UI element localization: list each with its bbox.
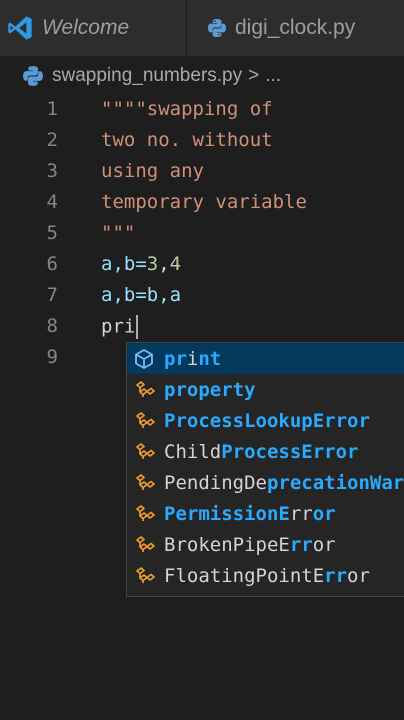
breadcrumb-separator: > [248, 65, 260, 86]
code-text: """ [101, 222, 136, 244]
suggestion-text: Child [164, 440, 222, 463]
line-number: 9 [46, 346, 58, 368]
text-cursor [136, 315, 139, 339]
class-icon [136, 380, 155, 397]
code-line: 8 pri [0, 313, 404, 344]
match-highlight: Pr [221, 440, 245, 463]
class-icon [136, 411, 155, 428]
suggestion-label: PendingDeprecationWarning [164, 472, 404, 494]
match-highlight: ocessError [244, 440, 359, 463]
match-highlight: rr [324, 564, 348, 587]
code-token: pri [101, 315, 136, 338]
code-line: 1 """"swapping of [0, 96, 404, 127]
tab-digi-clock[interactable]: digi_clock.py [187, 0, 404, 56]
python-file-icon [208, 19, 226, 37]
code-text: pri [101, 315, 139, 339]
match-highlight: ecationWarning [289, 471, 404, 494]
python-file-icon [23, 66, 43, 86]
tab-label: digi_clock.py [235, 16, 356, 39]
match-highlight: operty [186, 378, 256, 401]
suggestion-item[interactable]: print [127, 343, 404, 374]
code-line: 3 using any [0, 158, 404, 189]
line-number: 5 [46, 222, 58, 244]
class-icon [136, 566, 155, 583]
suggestion-text: or [312, 533, 336, 556]
breadcrumb-file[interactable]: swapping_numbers.py [52, 65, 242, 87]
class-icon [136, 504, 155, 521]
line-number: 7 [46, 284, 58, 306]
match-highlight: ermissionE [175, 502, 290, 525]
breadcrumb: swapping_numbers.py > ... [0, 56, 404, 96]
suggestion-label: FloatingPointError [164, 565, 370, 587]
suggestion-label: ProcessLookupError [164, 410, 370, 432]
line-number: 1 [46, 98, 58, 120]
match-highlight: rr [289, 533, 313, 556]
suggestion-item[interactable]: ProcessLookupError [127, 405, 404, 436]
suggestion-item[interactable]: PendingDeprecationWarning [127, 467, 404, 498]
suggestion-item[interactable]: property [127, 374, 404, 405]
code-line: 2 two no. without [0, 127, 404, 158]
suggestion-text: BrokenPipeE [164, 533, 290, 556]
code-text: two no. without [101, 129, 273, 151]
code-token: 3 [146, 253, 159, 275]
line-number: 8 [46, 315, 58, 337]
line-number: 2 [46, 129, 58, 151]
match-highlight: pr [164, 347, 187, 370]
tab-label: Welcome [42, 16, 130, 39]
code-token: , [158, 253, 170, 275]
suggestion-text: PendingDe [164, 471, 267, 494]
match-highlight: Pr [164, 409, 187, 432]
class-icon [136, 473, 155, 490]
code-line: 7 a,b=b,a [0, 282, 404, 313]
suggestion-label: BrokenPipeError [164, 534, 336, 556]
suggestion-label: PermissionError [164, 503, 336, 525]
method-cube-icon [135, 348, 153, 369]
code-line: 6 a,b=3,4 [0, 251, 404, 282]
code-text: a,b=3,4 [101, 253, 181, 275]
suggestion-label: print [164, 348, 221, 370]
suggestion-item[interactable]: BrokenPipeError [127, 529, 404, 560]
code-text: temporary variable [101, 191, 307, 213]
code-text: a,b=b,a [101, 284, 182, 306]
suggestion-label: ChildProcessError [164, 441, 358, 463]
line-number: 3 [46, 160, 58, 182]
match-highlight: ocessLookupError [186, 409, 370, 432]
suggestion-item[interactable]: FloatingPointError [127, 560, 404, 591]
match-highlight: P [164, 502, 176, 525]
tab-bar: Welcome digi_clock.py [0, 0, 404, 56]
suggestion-text: or [347, 564, 370, 587]
code-line: 4 temporary variable [0, 189, 404, 220]
code-text: using any [101, 160, 204, 182]
code-line: 5 """ [0, 220, 404, 251]
suggestion-text: FloatingPointE [164, 564, 325, 587]
code-token: 4 [169, 253, 182, 275]
match-highlight: nt [198, 347, 222, 370]
match-highlight: or [312, 502, 336, 525]
tab-welcome[interactable]: Welcome [0, 0, 187, 56]
match-highlight: pr [266, 471, 290, 494]
class-icon [136, 442, 155, 459]
code-text: """"swapping of [101, 98, 273, 120]
suggestion-text: i [186, 347, 199, 370]
code-token: a,b= [101, 253, 147, 275]
suggestion-text: rr [289, 502, 313, 525]
class-icon [136, 535, 155, 552]
suggestion-item[interactable]: PermissionError [127, 498, 404, 529]
vscode-logo-icon [8, 16, 32, 40]
line-number: 4 [46, 191, 58, 213]
match-highlight: pr [164, 378, 187, 401]
autocomplete-suggestions: print property ProcessLookupError ChildProc… [126, 342, 404, 597]
breadcrumb-more[interactable]: ... [265, 65, 281, 87]
suggestion-item[interactable]: ChildProcessError [127, 436, 404, 467]
line-number: 6 [46, 253, 58, 275]
suggestion-label: property [164, 379, 256, 401]
